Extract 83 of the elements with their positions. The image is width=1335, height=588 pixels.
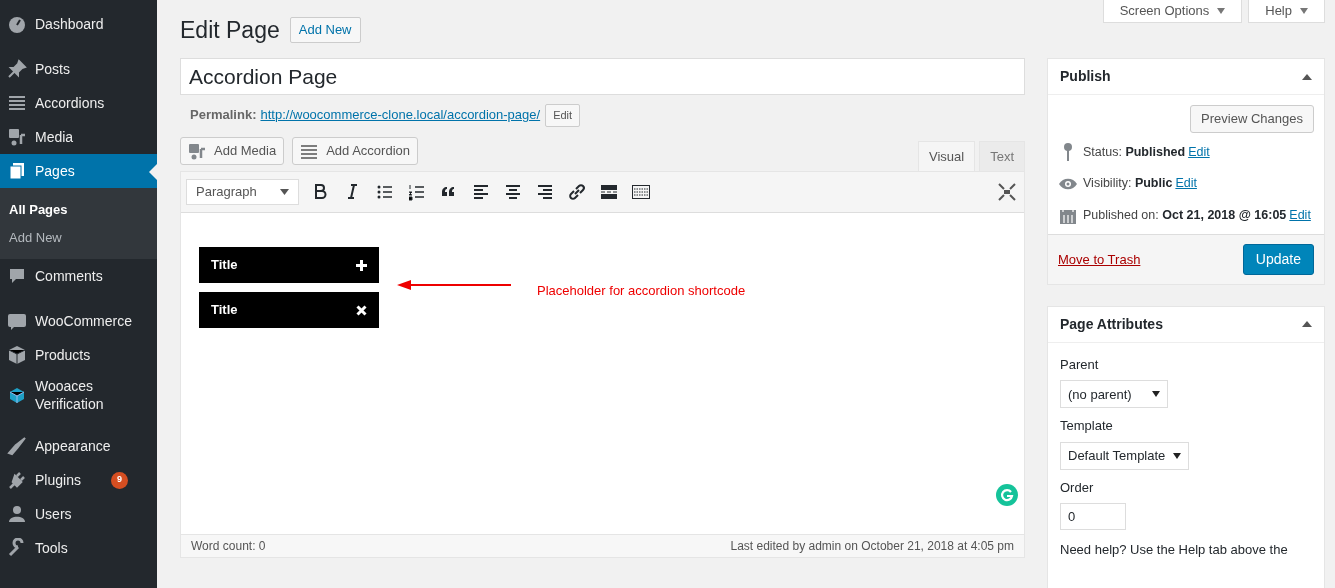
last-edited-text: Last edited by admin on October 21, 2018 at 4:05 pm	[730, 538, 1014, 555]
media-icon	[7, 127, 27, 147]
menu-item[interactable]: WooCommerce	[0, 304, 157, 338]
menu-item[interactable]: Users	[0, 497, 157, 531]
keyboard-icon[interactable]	[631, 182, 651, 202]
status-text: Status: Published	[1083, 144, 1186, 161]
pushpin-icon	[1064, 143, 1072, 162]
cube-icon	[7, 385, 27, 405]
user-icon	[7, 504, 27, 524]
pages-icon	[7, 161, 27, 181]
field-label: Template	[1060, 417, 1114, 436]
media-button[interactable]: Add Media	[180, 137, 285, 165]
box-icon	[7, 345, 27, 365]
align-center-icon[interactable]	[503, 182, 523, 202]
screen-tab[interactable]: Screen Options	[1102, 0, 1243, 23]
media-icon	[188, 142, 206, 160]
list-icon	[7, 93, 27, 113]
move-to-trash-link[interactable]: Move to Trash	[1058, 249, 1141, 269]
edit-link[interactable]: Edit	[1175, 174, 1197, 194]
format-select[interactable]: Paragraph	[186, 179, 299, 205]
box-title: Publish	[1060, 67, 1111, 86]
permalink-edit-button[interactable]: Edit	[545, 103, 581, 127]
field-label: Order	[1060, 478, 1095, 497]
field-label: Parent	[1060, 355, 1100, 374]
edit-link[interactable]: Edit	[1289, 206, 1311, 226]
caret-icon	[280, 189, 289, 195]
speech-bubble-icon	[7, 266, 27, 286]
parent-select[interactable]: (no parent)	[1060, 380, 1168, 409]
title-field[interactable]: Accordion Page	[180, 58, 1025, 95]
submenu-item[interactable]: Add New	[0, 223, 157, 251]
menu-pointer	[149, 164, 157, 180]
menu-item[interactable]: Wooaces Verification	[0, 372, 157, 418]
order-field[interactable]: 0	[1060, 503, 1126, 531]
menu-item[interactable]: Comments	[0, 259, 157, 293]
menu-item[interactable]: Pages	[0, 154, 157, 188]
annotation-text: Placeholder for accordion shortcode	[537, 282, 746, 300]
plug-icon	[7, 470, 27, 490]
preview-changes-button[interactable]: Preview Changes	[1190, 105, 1314, 133]
submenu-item[interactable]: All Pages	[0, 196, 157, 224]
caret-icon	[1300, 8, 1308, 14]
menu-item[interactable]: Tools	[0, 531, 157, 565]
menu-item[interactable]: Appearance	[0, 429, 157, 463]
pushpin-icon	[7, 59, 27, 79]
menu-item[interactable]: Media	[0, 120, 157, 154]
template-select[interactable]: Default Template	[1060, 441, 1190, 470]
count-badge: 9	[111, 471, 128, 489]
word-count: Word count: 0	[191, 538, 266, 555]
screen-tab[interactable]: Help	[1248, 0, 1325, 23]
edit-link[interactable]: Edit	[1188, 143, 1210, 162]
caret-icon	[1152, 391, 1160, 398]
close-icon[interactable]	[356, 304, 367, 316]
plus-icon[interactable]	[356, 259, 367, 271]
update-button[interactable]: Update	[1242, 243, 1314, 275]
status-text: Visibility: Public	[1083, 175, 1173, 193]
accordion-header[interactable]: Title	[199, 292, 379, 328]
collapse-icon[interactable]	[1302, 73, 1312, 80]
menu-item[interactable]: Posts	[0, 52, 157, 86]
fullscreen-icon[interactable]	[998, 183, 1016, 201]
menu-item[interactable]: Products	[0, 338, 157, 372]
add-new-button[interactable]: Add New	[289, 17, 361, 43]
align-left-icon[interactable]	[471, 182, 491, 202]
media-button[interactable]: Add Accordion	[292, 137, 418, 165]
help-text: Need help? Use the Help tab above the	[1060, 541, 1289, 560]
editor-tab[interactable]: Text	[979, 141, 1025, 171]
box-title: Page Attributes	[1060, 314, 1163, 334]
menu-item[interactable]: Dashboard	[0, 7, 157, 41]
link-icon[interactable]	[567, 182, 587, 202]
align-right-icon[interactable]	[535, 182, 555, 202]
caret-icon	[1217, 8, 1226, 14]
list-icon	[300, 142, 319, 160]
menu-item[interactable]: Plugins 9	[0, 463, 157, 497]
caret-icon	[1173, 452, 1182, 459]
collapse-icon[interactable]	[1302, 321, 1312, 328]
editor-tab[interactable]: Visual	[917, 141, 976, 171]
status-text: Published on: Oct 21, 2018 @ 16:05	[1083, 207, 1287, 225]
numbered-list-icon[interactable]	[407, 182, 427, 202]
read-more-icon[interactable]	[599, 182, 619, 202]
menu-item[interactable]: Accordions	[0, 86, 157, 120]
accordion-header[interactable]: Title	[199, 247, 379, 283]
dashboard-icon	[7, 14, 27, 34]
page-heading: Edit Page	[180, 15, 280, 45]
permalink-link[interactable]: http://woocommerce-clone.local/accordion-page/	[260, 105, 541, 125]
permalink-label: Permalink:	[190, 106, 257, 125]
